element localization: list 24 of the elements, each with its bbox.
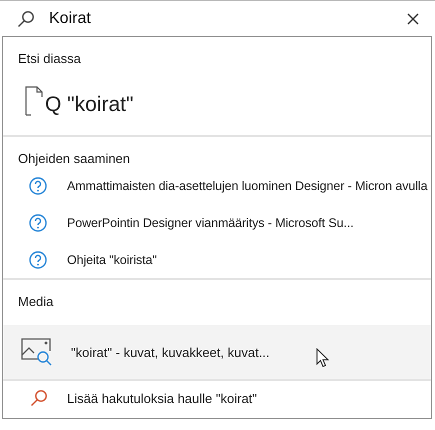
result-text: Ohjeita "koirista" xyxy=(67,252,157,266)
section-heading: Media xyxy=(17,293,54,310)
result-text: Q "koirat" xyxy=(45,93,134,117)
section-heading: Etsi diassa xyxy=(17,50,82,67)
search-icon xyxy=(17,10,35,28)
result-item[interactable]: "koirat" - kuvat, kuvakkeet, kuvat... xyxy=(3,325,431,379)
image-search-icon xyxy=(21,337,53,367)
help-icon xyxy=(29,214,47,232)
section-heading: Ohjeiden saaminen xyxy=(17,150,132,167)
result-text: PowerPointin Designer vianmääritys - Microsoft Su... xyxy=(67,216,354,230)
result-item[interactable]: Ohjeita "koirista" xyxy=(3,241,431,278)
search-field[interactable]: Koirat xyxy=(49,10,407,28)
search-icon xyxy=(30,389,48,407)
mouse-pointer-icon xyxy=(316,348,330,368)
document-icon xyxy=(25,86,43,116)
help-icon xyxy=(29,176,47,194)
result-text: "koirat" - kuvat, kuvakkeet, kuvat... xyxy=(71,344,270,360)
help-icon xyxy=(29,250,47,268)
close-icon[interactable] xyxy=(407,12,419,24)
result-item[interactable]: PowerPointin Designer vianmääritys - Microsoft Su... xyxy=(3,204,431,241)
result-item[interactable]: Ammattimaisten dia-asettelujen luominen Designer - Micron avulla xyxy=(3,167,431,204)
result-item[interactable]: Q "koirat" xyxy=(3,67,431,135)
result-text: Ammattimaisten dia-asettelujen luominen Designer - Micron avulla xyxy=(67,178,428,192)
more-results-link[interactable]: Lisää hakutuloksia haulle "koirat" xyxy=(3,379,431,415)
